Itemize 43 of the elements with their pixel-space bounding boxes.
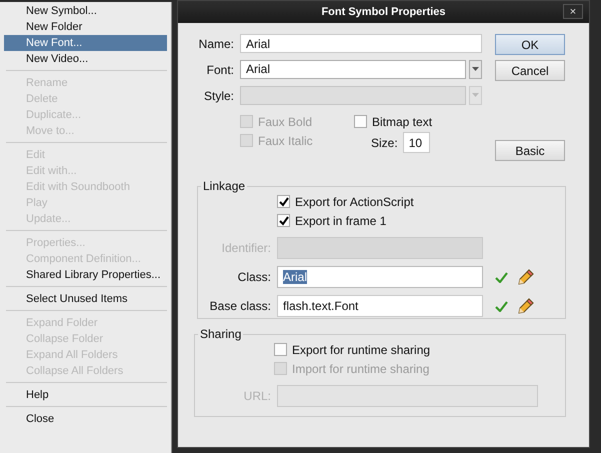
checkbox-label: Faux Bold xyxy=(258,114,312,128)
checkmark-icon[interactable] xyxy=(495,272,508,282)
menu-item[interactable]: New Video... xyxy=(4,51,167,67)
checkbox-label: Export in frame 1 xyxy=(295,214,386,228)
close-button[interactable]: × xyxy=(563,4,583,19)
size-field[interactable]: 10 xyxy=(402,132,430,153)
pencil-icon[interactable] xyxy=(518,298,534,314)
pencil-icon[interactable] xyxy=(518,269,534,285)
menu-item[interactable]: New Symbol... xyxy=(4,3,167,19)
checkbox[interactable] xyxy=(277,214,290,227)
checkbox[interactable] xyxy=(274,343,287,356)
group-title: Linkage xyxy=(202,179,246,193)
dialog-button[interactable]: Cancel xyxy=(495,60,565,81)
checkbox[interactable] xyxy=(277,195,290,208)
size-label: Size: xyxy=(371,136,398,150)
checkbox-label: Import for runtime sharing xyxy=(292,362,430,376)
text-field[interactable]: Arial xyxy=(277,266,483,288)
window-title: Font Symbol Properties xyxy=(321,6,446,18)
field-label: Identifier: xyxy=(220,241,272,255)
field-label: Base class: xyxy=(208,299,272,313)
dialog-button[interactable]: OK xyxy=(495,34,565,55)
name-field[interactable]: Arial xyxy=(240,34,482,53)
menu-item[interactable]: Select Unused Items xyxy=(4,291,167,307)
checkbox[interactable] xyxy=(354,115,367,128)
dialog-button[interactable]: Basic xyxy=(495,140,565,161)
checkbox-label: Faux Italic xyxy=(258,134,313,148)
font-dropdown[interactable]: Arial xyxy=(240,60,466,79)
checkbox-label: Export for ActionScript xyxy=(295,194,414,208)
group-title: Sharing xyxy=(199,327,242,341)
text-field[interactable]: flash.text.Font xyxy=(277,295,483,317)
field-label: Name: xyxy=(198,36,235,50)
field-label: Style: xyxy=(202,88,235,102)
field-label: Class: xyxy=(236,270,272,284)
field-label: Font: xyxy=(206,62,235,76)
checkbox-label: Bitmap text xyxy=(372,114,432,128)
menu-item[interactable]: Shared Library Properties... xyxy=(4,267,167,283)
checkmark-icon[interactable] xyxy=(495,300,508,312)
checkbox-label: Export for runtime sharing xyxy=(292,342,430,356)
menu-item[interactable]: Help xyxy=(4,387,167,403)
menu-item[interactable]: New Font... xyxy=(4,35,167,51)
menu-item[interactable]: New Folder xyxy=(4,19,167,35)
field-label: URL: xyxy=(242,389,272,403)
menu-item[interactable]: Close xyxy=(4,411,167,427)
